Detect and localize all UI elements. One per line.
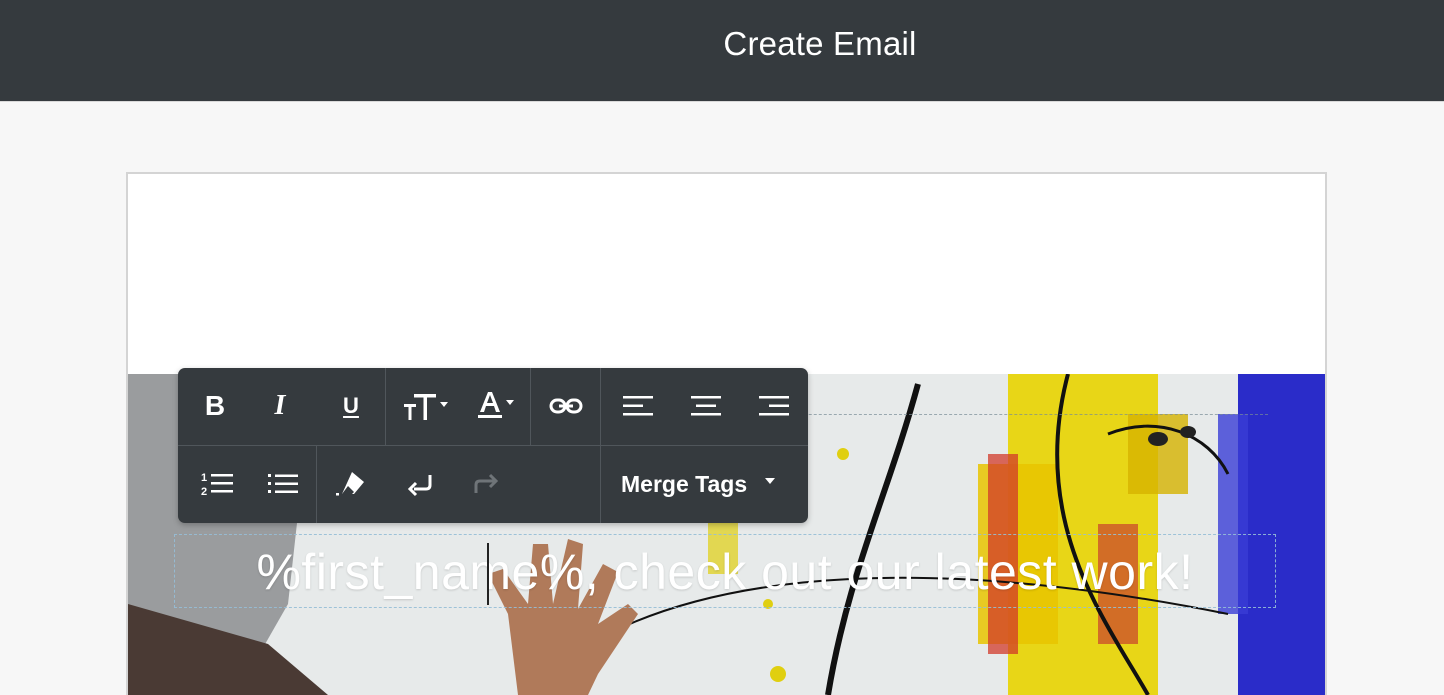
align-right-icon <box>759 396 789 416</box>
italic-button[interactable]: I <box>250 368 310 444</box>
text-format-toolbar: B I U 1 2 Merge Tags <box>178 368 808 523</box>
font-color-icon <box>478 392 514 418</box>
font-size-icon <box>404 394 448 420</box>
align-center-icon <box>691 396 721 416</box>
toolbar-divider <box>385 368 386 445</box>
toolbar-divider <box>316 446 317 523</box>
undo-button[interactable] <box>388 446 454 522</box>
undo-icon <box>407 475 432 497</box>
top-bar: Create Email <box>0 0 1444 102</box>
chevron-down-icon <box>765 478 776 484</box>
text-cursor <box>487 543 489 605</box>
bold-icon: B <box>204 390 226 421</box>
merge-tags-label: Merge Tags <box>621 470 748 497</box>
align-center-button[interactable] <box>674 368 738 444</box>
font-size-button[interactable] <box>394 368 456 444</box>
merge-tags-dropdown[interactable]: Merge Tags <box>602 446 808 522</box>
eraser-icon <box>336 472 364 496</box>
underline-button[interactable]: U <box>320 368 382 444</box>
svg-text:2: 2 <box>201 486 207 498</box>
svg-text:1: 1 <box>201 472 207 484</box>
headline-text-block[interactable]: %first_name%, check out our latest work! <box>174 534 1276 608</box>
unordered-list-button[interactable] <box>254 446 312 522</box>
align-right-button[interactable] <box>742 368 806 444</box>
italic-icon: I <box>274 390 286 421</box>
ordered-list-button[interactable]: 1 2 <box>188 446 246 522</box>
clear-format-button[interactable] <box>320 446 382 522</box>
redo-button[interactable] <box>456 446 518 522</box>
link-button[interactable] <box>534 368 598 444</box>
link-icon <box>549 398 583 414</box>
page-title: Create Email <box>723 25 917 62</box>
align-left-icon <box>623 396 653 416</box>
align-left-button[interactable] <box>606 368 670 444</box>
headline-text[interactable]: %first_name%, check out our latest work! <box>175 543 1275 601</box>
ordered-list-icon: 1 2 <box>201 472 233 498</box>
redo-icon <box>474 473 499 493</box>
unordered-list-icon <box>268 474 298 493</box>
toolbar-divider <box>530 368 531 445</box>
underline-icon: U <box>343 393 359 418</box>
font-color-button[interactable] <box>466 368 526 444</box>
bold-button[interactable]: B <box>188 368 242 444</box>
